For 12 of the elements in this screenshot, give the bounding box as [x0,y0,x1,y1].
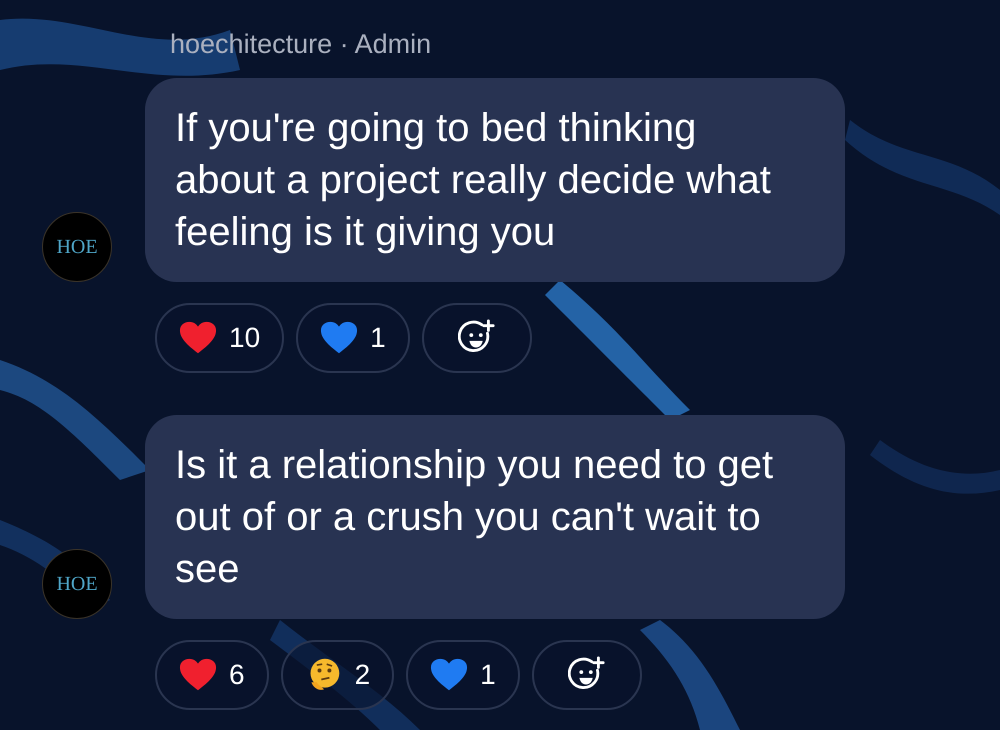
reaction-button[interactable]: 1 [296,303,410,373]
sender-name: hoechitecture · Admin [170,28,432,60]
reaction-button[interactable]: 1 [406,640,520,710]
message-bubble: If you're going to bed thinking about a project really decide what feeling is it giving you [145,78,845,282]
heart-icon [320,320,358,356]
reaction-button[interactable]: 6 [155,640,269,710]
heart-icon [430,657,468,693]
reaction-button[interactable]: 2 [280,640,394,710]
heart-icon [179,657,217,693]
heart-icon [179,320,217,356]
reaction-button[interactable]: 10 [155,303,284,373]
message-bubble: Is it a relationship you need to get out of or a crush you can't wait to see [145,415,845,619]
